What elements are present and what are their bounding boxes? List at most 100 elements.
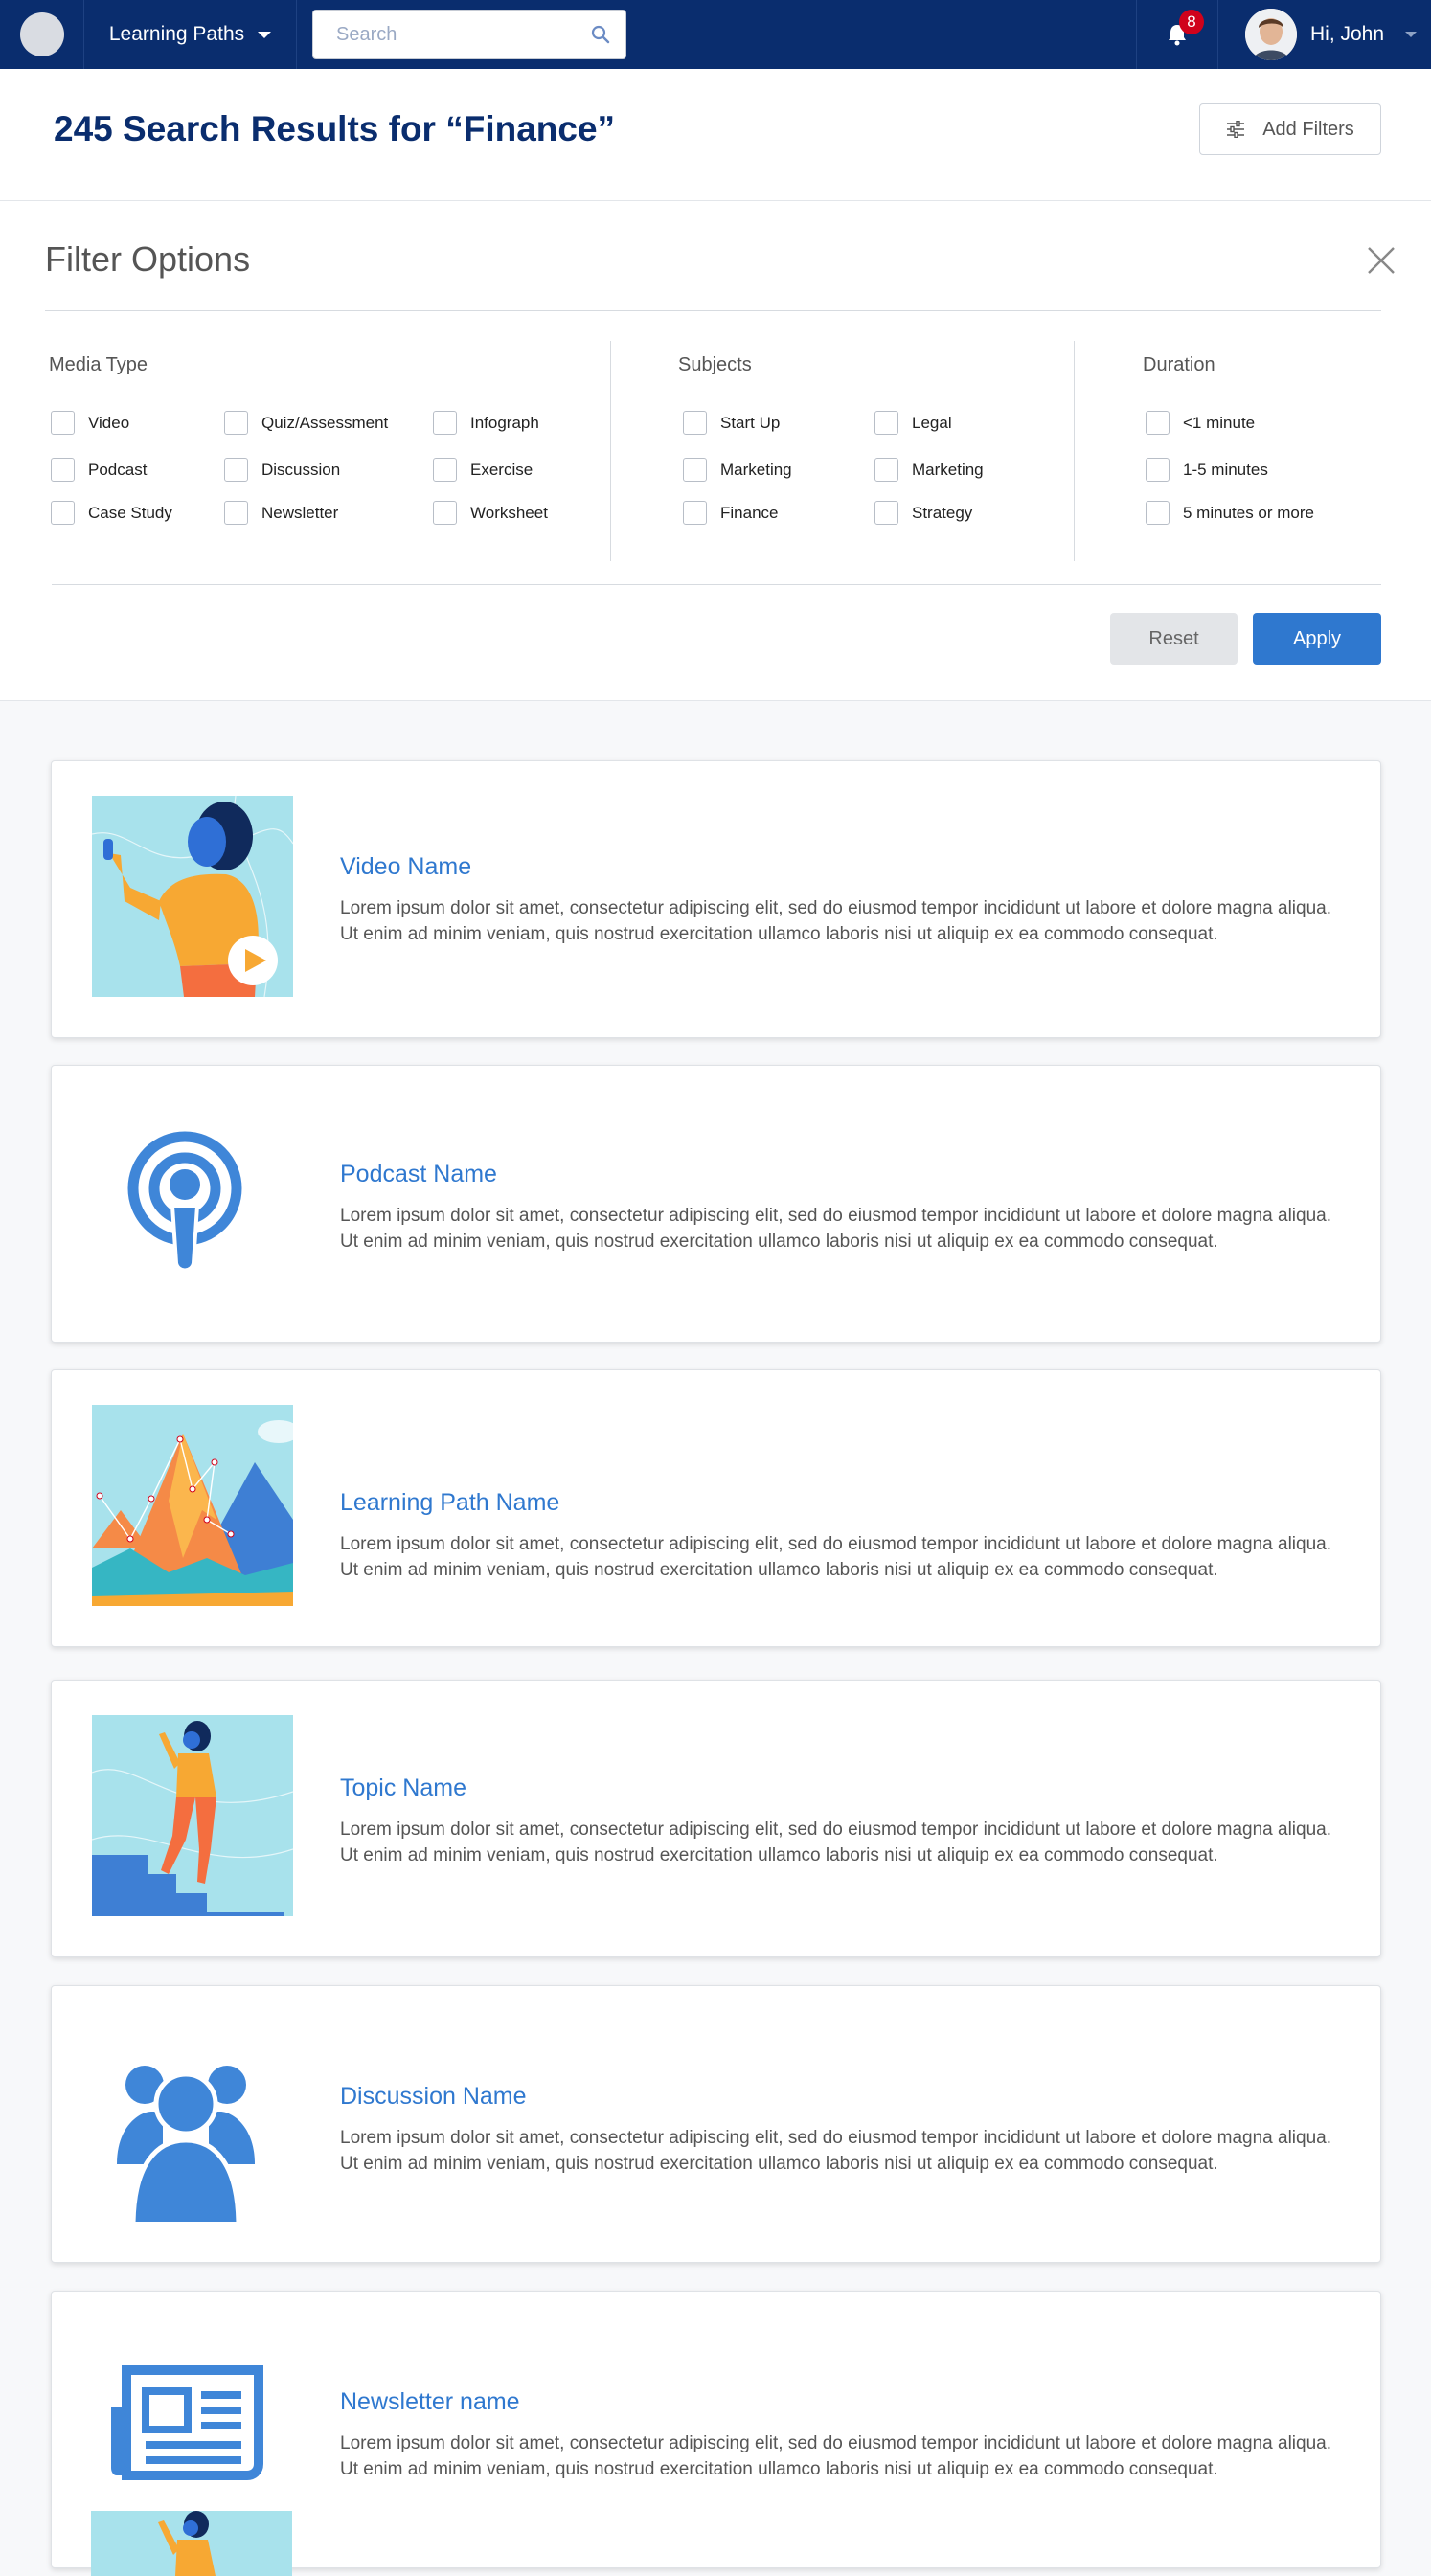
duration-option[interactable]: 1-5 minutes: [1146, 458, 1268, 482]
result-card-learning-path[interactable]: Learning Path Name Lorem ipsum dolor sit…: [51, 1369, 1381, 1647]
subject-option[interactable]: Finance: [683, 501, 778, 525]
column-divider: [610, 341, 611, 561]
checkbox[interactable]: [683, 411, 707, 435]
media-type-option[interactable]: Infograph: [433, 411, 539, 435]
top-nav: Learning Paths 8 Hi, John: [0, 0, 1431, 69]
search-icon[interactable]: [591, 25, 610, 44]
checkbox-label: Worksheet: [470, 503, 548, 522]
result-card-topic[interactable]: Topic Name Lorem ipsum dolor sit amet, c…: [51, 1680, 1381, 1957]
checkbox[interactable]: [874, 501, 898, 525]
podcast-icon: [92, 1100, 293, 1301]
checkbox-label: 5 minutes or more: [1183, 503, 1314, 522]
video-thumbnail-icon: [92, 796, 293, 997]
subject-option[interactable]: Strategy: [874, 501, 972, 525]
card-title[interactable]: Topic Name: [340, 1774, 466, 1802]
result-card-podcast[interactable]: Podcast Name Lorem ipsum dolor sit amet,…: [51, 1065, 1381, 1343]
subject-option[interactable]: Start Up: [683, 411, 780, 435]
card-title[interactable]: Video Name: [340, 853, 471, 881]
results-header: 245 Search Results for “Finance” Add Fil…: [0, 69, 1431, 201]
filter-title: Filter Options: [45, 239, 251, 279]
logo[interactable]: [0, 0, 84, 69]
checkbox[interactable]: [433, 501, 457, 525]
learning-paths-dropdown[interactable]: Learning Paths: [84, 0, 297, 69]
card-title[interactable]: Learning Path Name: [340, 1489, 559, 1517]
notifications-button[interactable]: 8: [1136, 0, 1218, 69]
divider: [45, 310, 1381, 311]
card-title[interactable]: Podcast Name: [340, 1161, 497, 1188]
result-card-video[interactable]: Video Name Lorem ipsum dolor sit amet, c…: [51, 760, 1381, 1038]
checkbox-label: Legal: [912, 413, 952, 432]
stairs-thumbnail-icon: [92, 1715, 293, 1916]
reset-button[interactable]: Reset: [1110, 613, 1238, 665]
checkbox-label: Newsletter: [261, 503, 339, 522]
checkbox-label: 1-5 minutes: [1183, 460, 1268, 479]
checkbox[interactable]: [1146, 411, 1170, 435]
user-menu[interactable]: Hi, John: [1218, 0, 1431, 69]
stairs-thumbnail-icon: [91, 2511, 292, 2576]
checkbox[interactable]: [51, 501, 75, 525]
checkbox[interactable]: [433, 458, 457, 482]
apply-button[interactable]: Apply: [1253, 613, 1381, 665]
duration-option[interactable]: 5 minutes or more: [1146, 501, 1314, 525]
checkbox[interactable]: [874, 411, 898, 435]
user-greeting: Hi, John: [1310, 23, 1385, 45]
checkbox-label: Infograph: [470, 413, 539, 432]
media-type-option[interactable]: Worksheet: [433, 501, 548, 525]
subjects-title: Subjects: [678, 354, 752, 375]
subject-option[interactable]: Marketing: [874, 458, 984, 482]
close-icon[interactable]: [1364, 243, 1398, 278]
checkbox-label: Start Up: [720, 413, 781, 432]
media-type-option[interactable]: Discussion: [224, 458, 340, 482]
learning-paths-label: Learning Paths: [108, 23, 245, 45]
add-filters-button[interactable]: Add Filters: [1199, 103, 1381, 155]
checkbox-label: Strategy: [912, 503, 973, 522]
checkbox[interactable]: [224, 411, 248, 435]
checkbox[interactable]: [224, 458, 248, 482]
checkbox-label: Discussion: [261, 460, 341, 479]
card-title[interactable]: Discussion Name: [340, 2083, 527, 2111]
media-type-option[interactable]: Quiz/Assessment: [224, 411, 388, 435]
sliders-icon: [1227, 121, 1245, 138]
card-title[interactable]: Newsletter name: [340, 2388, 520, 2416]
checkbox[interactable]: [1146, 501, 1170, 525]
checkbox-label: Quiz/Assessment: [261, 413, 389, 432]
card-description: Lorem ipsum dolor sit amet, consectetur …: [340, 1534, 1332, 1580]
notification-badge: 8: [1179, 10, 1204, 34]
media-type-title: Media Type: [49, 354, 148, 375]
duration-option[interactable]: <1 minute: [1146, 411, 1255, 435]
logo-circle-icon: [19, 12, 64, 56]
divider: [52, 584, 1381, 585]
avatar: [1245, 9, 1297, 60]
card-description: Lorem ipsum dolor sit amet, consectetur …: [340, 898, 1332, 944]
checkbox[interactable]: [224, 501, 248, 525]
checkbox[interactable]: [874, 458, 898, 482]
caret-down-icon: [258, 31, 272, 38]
media-type-option[interactable]: Newsletter: [224, 501, 338, 525]
card-description: Lorem ipsum dolor sit amet, consectetur …: [340, 2128, 1332, 2174]
checkbox[interactable]: [683, 458, 707, 482]
add-filters-label: Add Filters: [1262, 118, 1354, 140]
media-type-option[interactable]: Case Study: [51, 501, 172, 525]
checkbox[interactable]: [51, 411, 75, 435]
media-type-option[interactable]: Podcast: [51, 458, 147, 482]
filter-panel: Filter Options Media Type Video Quiz/Ass…: [0, 201, 1431, 701]
checkbox-label: Case Study: [88, 503, 172, 522]
chevron-down-icon: [1405, 32, 1418, 37]
checkbox[interactable]: [51, 458, 75, 482]
search-input[interactable]: [336, 23, 591, 46]
group-icon: [92, 2021, 293, 2222]
subject-option[interactable]: Marketing: [683, 458, 792, 482]
result-card-discussion[interactable]: Discussion Name Lorem ipsum dolor sit am…: [51, 1985, 1381, 2263]
checkbox-label: Exercise: [470, 460, 534, 479]
card-description: Lorem ipsum dolor sit amet, consectetur …: [340, 1206, 1332, 1252]
media-type-option[interactable]: Exercise: [433, 458, 533, 482]
checkbox-label: Podcast: [88, 460, 148, 479]
checkbox[interactable]: [1146, 458, 1170, 482]
subject-option[interactable]: Legal: [874, 411, 952, 435]
media-type-option[interactable]: Video: [51, 411, 129, 435]
checkbox[interactable]: [683, 501, 707, 525]
next-thumbnail-peek: [91, 2511, 292, 2576]
duration-title: Duration: [1143, 354, 1215, 375]
checkbox[interactable]: [433, 411, 457, 435]
column-divider: [1074, 341, 1075, 561]
